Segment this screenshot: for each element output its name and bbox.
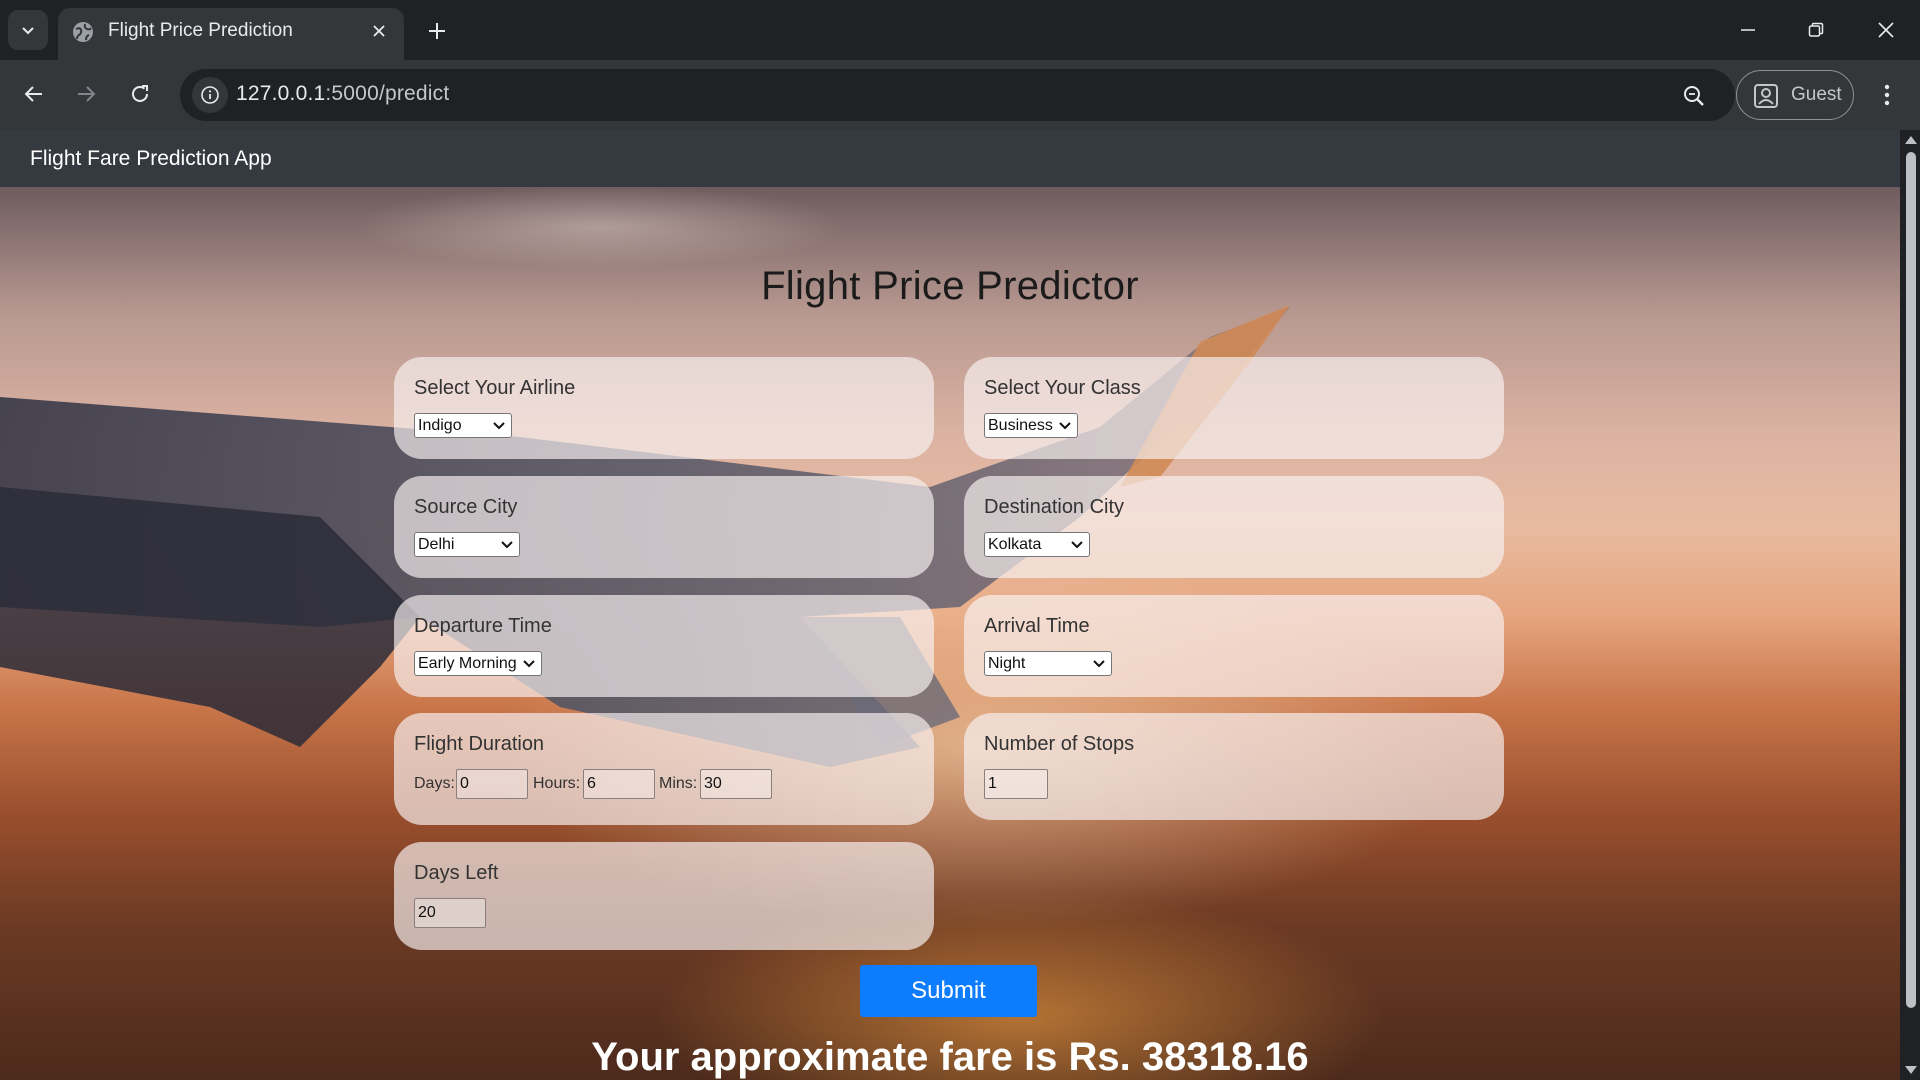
submit-button[interactable]: Submit bbox=[860, 965, 1037, 1017]
profile-icon bbox=[1754, 84, 1778, 108]
scroll-thumb[interactable] bbox=[1906, 152, 1916, 1008]
source-city-card: Source City Delhi bbox=[394, 476, 934, 578]
app-brand[interactable]: Flight Fare Prediction App bbox=[30, 147, 272, 171]
days-left-label: Days Left bbox=[414, 862, 499, 884]
departure-time-select-value: Early Morning bbox=[418, 655, 517, 672]
departure-time-card: Departure Time Early Morning bbox=[394, 595, 934, 697]
plus-icon bbox=[429, 23, 445, 39]
profile-button[interactable]: Guest bbox=[1736, 70, 1854, 120]
more-vert-icon bbox=[1884, 84, 1890, 106]
reload-button[interactable] bbox=[120, 74, 160, 114]
tab-title: Flight Price Prediction bbox=[108, 20, 293, 41]
airline-label: Select Your Airline bbox=[414, 377, 576, 399]
zoom-button[interactable] bbox=[1679, 81, 1709, 111]
days-left-input[interactable]: 20 bbox=[414, 898, 486, 928]
tab-close-button[interactable] bbox=[366, 18, 392, 44]
scroll-down-arrow[interactable] bbox=[1905, 1066, 1917, 1074]
airplane-wing-image bbox=[0, 305, 1290, 767]
page-viewport: Flight Fare Prediction App Flight Price … bbox=[0, 130, 1900, 1080]
duration-hours-input[interactable]: 6 bbox=[583, 769, 655, 799]
tab-search-icon bbox=[22, 27, 34, 35]
browser-toolbar: 127.0.0.1:5000/predict Guest bbox=[0, 60, 1920, 130]
profile-label: Guest bbox=[1791, 84, 1842, 105]
chevron-down-icon bbox=[501, 541, 513, 549]
close-icon bbox=[373, 25, 385, 37]
arrival-time-select-value: Night bbox=[988, 655, 1026, 672]
scroll-up-arrow[interactable] bbox=[1905, 136, 1917, 144]
airline-select[interactable]: Indigo bbox=[414, 413, 512, 438]
page-title: Flight Price Predictor bbox=[761, 263, 1139, 308]
new-tab-button[interactable] bbox=[420, 14, 454, 48]
window-close-button[interactable] bbox=[1858, 8, 1914, 52]
tab-search-button[interactable] bbox=[8, 10, 48, 50]
hours-label: Hours: bbox=[533, 775, 581, 792]
back-icon bbox=[24, 86, 42, 102]
departure-time-label: Departure Time bbox=[414, 615, 552, 637]
window-close-icon bbox=[1878, 22, 1894, 38]
reload-icon bbox=[132, 85, 148, 102]
active-tab[interactable]: Flight Price Prediction bbox=[58, 8, 404, 60]
airline-card: Select Your Airline Indigo bbox=[394, 357, 934, 459]
destination-city-select[interactable]: Kolkata bbox=[984, 532, 1090, 557]
class-card: Select Your Class Business bbox=[964, 357, 1504, 459]
minimize-icon bbox=[1741, 29, 1755, 31]
browser-menu-button[interactable] bbox=[1870, 75, 1904, 115]
hero-background: Flight Price Predictor Select Your Airli… bbox=[0, 187, 1900, 1080]
source-city-select-value: Delhi bbox=[418, 536, 455, 553]
stops-label: Number of Stops bbox=[984, 733, 1135, 755]
restore-icon bbox=[1808, 22, 1824, 37]
arrival-time-select[interactable]: Night bbox=[984, 651, 1112, 676]
departure-time-select[interactable]: Early Morning bbox=[414, 651, 542, 676]
source-city-label: Source City bbox=[414, 496, 518, 518]
info-icon bbox=[201, 86, 219, 104]
duration-mins-input[interactable]: 30 bbox=[700, 769, 772, 799]
chevron-down-icon bbox=[1071, 541, 1083, 549]
days-label: Days: bbox=[414, 775, 455, 792]
zoom-icon bbox=[1684, 86, 1704, 106]
back-button[interactable] bbox=[14, 74, 54, 114]
url-path: :5000/predict bbox=[325, 82, 450, 105]
class-select-value: Business bbox=[988, 417, 1053, 434]
flight-duration-label: Flight Duration bbox=[414, 733, 545, 755]
site-info-button[interactable] bbox=[192, 77, 228, 113]
app-navbar: Flight Fare Prediction App bbox=[0, 130, 1900, 187]
destination-city-label: Destination City bbox=[984, 496, 1125, 518]
url-host: 127.0.0.1 bbox=[236, 82, 326, 105]
stops-input[interactable]: 1 bbox=[984, 769, 1048, 799]
url-text: 127.0.0.1:5000/predict bbox=[236, 82, 449, 106]
destination-city-select-value: Kolkata bbox=[988, 536, 1042, 553]
class-label: Select Your Class bbox=[984, 377, 1141, 399]
stops-card: Number of Stops 1 bbox=[964, 713, 1504, 820]
chevron-down-icon bbox=[523, 660, 535, 668]
days-left-card: Days Left 20 bbox=[394, 842, 934, 950]
duration-days-input[interactable]: 0 bbox=[456, 769, 528, 799]
fare-result: Your approximate fare is Rs. 38318.16 bbox=[591, 1035, 1309, 1079]
page-scrollbar[interactable] bbox=[1900, 130, 1920, 1080]
forward-button[interactable] bbox=[66, 74, 106, 114]
globe-icon bbox=[73, 22, 93, 42]
destination-city-card: Destination City Kolkata bbox=[964, 476, 1504, 578]
source-city-select[interactable]: Delhi bbox=[414, 532, 520, 557]
forward-icon bbox=[78, 86, 96, 102]
arrival-time-label: Arrival Time bbox=[984, 615, 1090, 637]
mins-label: Mins: bbox=[659, 775, 698, 792]
flight-duration-card: Flight Duration Days: 0 Hours: 6 Mins: 3… bbox=[394, 713, 934, 825]
restore-button[interactable] bbox=[1788, 8, 1844, 52]
chevron-down-icon bbox=[1093, 660, 1105, 668]
chevron-down-icon bbox=[1059, 422, 1071, 430]
minimize-button[interactable] bbox=[1720, 8, 1776, 52]
arrival-time-card: Arrival Time Night bbox=[964, 595, 1504, 697]
class-select[interactable]: Business bbox=[984, 413, 1078, 438]
address-bar[interactable]: 127.0.0.1:5000/predict bbox=[180, 69, 1735, 121]
tab-strip: Flight Price Prediction bbox=[0, 0, 1920, 60]
chevron-down-icon bbox=[493, 422, 505, 430]
airline-select-value: Indigo bbox=[418, 417, 462, 434]
